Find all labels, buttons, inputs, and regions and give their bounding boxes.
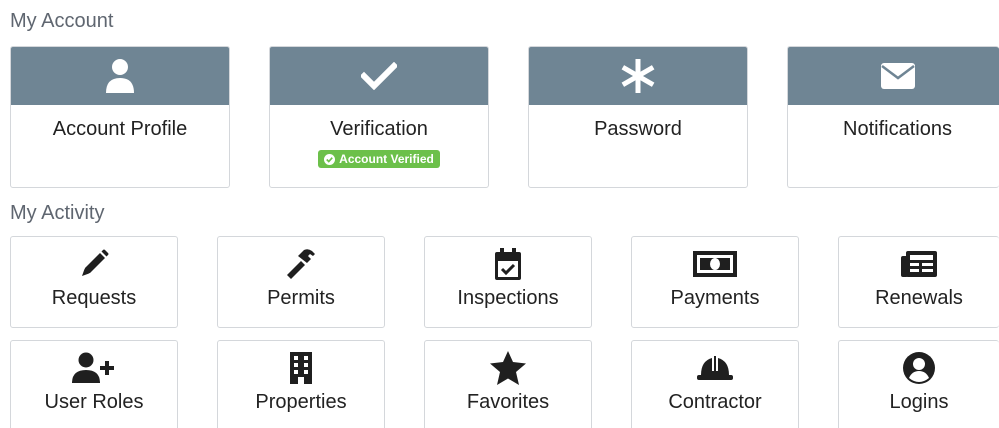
account-verified-badge: Account Verified xyxy=(318,150,440,168)
properties-card[interactable]: Properties xyxy=(217,340,385,428)
notifications-band xyxy=(788,47,999,105)
requests-label: Requests xyxy=(51,287,137,309)
password-label: Password xyxy=(594,118,682,140)
user-circle-icon xyxy=(903,352,935,384)
logins-label: Logins xyxy=(889,391,949,413)
star-icon xyxy=(490,351,526,385)
account-verified-text: Account Verified xyxy=(339,152,434,166)
user-plus-icon xyxy=(72,352,114,383)
notifications-card[interactable]: Notifications xyxy=(787,46,999,188)
payments-card[interactable]: Payments xyxy=(631,236,799,328)
user-roles-card[interactable]: User Roles xyxy=(10,340,178,428)
renewals-label: Renewals xyxy=(875,287,963,309)
user-roles-label: User Roles xyxy=(44,391,144,413)
permits-card[interactable]: Permits xyxy=(217,236,385,328)
inspections-card[interactable]: Inspections xyxy=(424,236,592,328)
verification-label: Verification xyxy=(330,118,428,140)
account-profile-label: Account Profile xyxy=(52,118,188,140)
newspaper-icon xyxy=(901,251,937,277)
payments-label: Payments xyxy=(670,287,760,309)
pencil-icon xyxy=(82,249,109,276)
verification-band xyxy=(270,47,488,105)
building-icon xyxy=(290,352,312,384)
contractor-card[interactable]: Contractor xyxy=(631,340,799,428)
user-icon xyxy=(106,59,134,93)
envelope-icon xyxy=(880,63,915,89)
check-circle-icon xyxy=(324,153,336,165)
asterisk-icon xyxy=(621,59,655,93)
inspections-label: Inspections xyxy=(457,287,559,309)
password-card[interactable]: Password xyxy=(528,46,748,188)
notifications-label: Notifications xyxy=(843,118,952,140)
favorites-label: Favorites xyxy=(466,391,550,413)
hard-hat-icon xyxy=(697,356,733,380)
account-profile-card[interactable]: Account Profile xyxy=(10,46,230,188)
requests-card[interactable]: Requests xyxy=(10,236,178,328)
my-account-heading: My Account xyxy=(10,10,114,32)
logins-card[interactable]: Logins xyxy=(838,340,999,428)
calendar-check-icon xyxy=(495,248,521,280)
password-band xyxy=(529,47,747,105)
hammer-icon xyxy=(287,249,315,279)
favorites-card[interactable]: Favorites xyxy=(424,340,592,428)
properties-label: Properties xyxy=(255,391,347,413)
renewals-card[interactable]: Renewals xyxy=(838,236,999,328)
checkmark-icon xyxy=(361,62,397,90)
money-bill-icon xyxy=(693,251,737,277)
verification-card[interactable]: Verification Account Verified xyxy=(269,46,489,188)
my-activity-heading: My Activity xyxy=(10,202,105,224)
permits-label: Permits xyxy=(267,287,335,309)
contractor-label: Contractor xyxy=(668,391,762,413)
account-profile-band xyxy=(11,47,229,105)
